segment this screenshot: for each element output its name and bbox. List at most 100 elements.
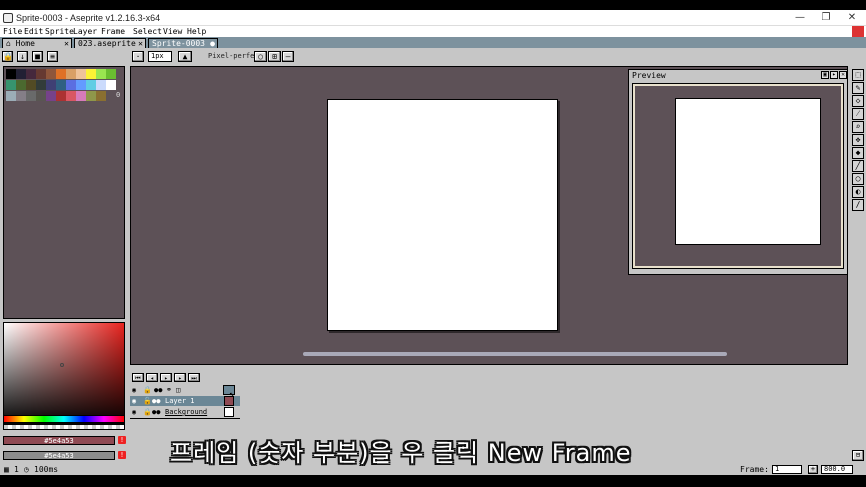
palette-swatch[interactable] — [6, 91, 16, 101]
continuous-icon[interactable]: ●● — [152, 407, 160, 417]
menu-help[interactable]: Help — [187, 26, 206, 37]
brush-size-field[interactable]: 1px — [148, 51, 172, 62]
zoom-icon[interactable]: + — [808, 465, 818, 474]
lock-icon[interactable]: 🔒 — [2, 51, 13, 62]
palette-swatch[interactable] — [56, 91, 66, 101]
palette-swatch[interactable] — [16, 69, 26, 79]
frame-input[interactable]: 1 — [772, 465, 802, 474]
tab-sprite-modified-icon[interactable]: ● — [210, 39, 215, 48]
last-frame-icon[interactable]: ⏭ — [188, 373, 200, 382]
palette-swatch[interactable] — [56, 80, 66, 90]
move-tool-icon[interactable]: ✥ — [852, 134, 864, 146]
cel-background-frame-1[interactable] — [224, 407, 234, 417]
eyedropper-tool-icon[interactable]: ⁄ — [852, 108, 864, 120]
palette-swatch[interactable] — [26, 91, 36, 101]
onion-skin-icon[interactable]: ◫ — [176, 385, 180, 395]
menu-frame[interactable]: Frame — [101, 26, 125, 37]
palette-swatch[interactable] — [46, 80, 56, 90]
menu-view[interactable]: View — [163, 26, 182, 37]
arrow-down-icon[interactable]: ↓ — [17, 51, 28, 62]
palette-swatch[interactable] — [96, 80, 106, 90]
brush-type-button[interactable]: · — [132, 51, 144, 62]
palette-swatch[interactable] — [76, 91, 86, 101]
contour-tool-icon[interactable]: ◐ — [852, 186, 864, 198]
blur-tool-icon[interactable]: ∕ — [852, 199, 864, 211]
maximize-button[interactable]: ❐ — [812, 11, 840, 25]
horizontal-scrollbar[interactable] — [303, 352, 727, 356]
pencil-tool-icon[interactable]: ✎ — [852, 82, 864, 94]
continuous-header-icon[interactable]: ●● — [154, 385, 162, 395]
menu-layer[interactable]: Layer — [73, 26, 97, 37]
palette-swatch[interactable] — [46, 91, 56, 101]
marquee-tool-icon[interactable]: ⬚ — [852, 69, 864, 81]
menu-file[interactable]: File — [3, 26, 22, 37]
menu-sprite[interactable]: Sprite — [45, 26, 74, 37]
pattern-icon[interactable]: ⊞ — [268, 51, 281, 62]
palette-swatch[interactable] — [46, 69, 56, 79]
menu-select[interactable]: Select — [133, 26, 162, 37]
background-warning-icon[interactable]: ! — [118, 451, 126, 459]
symmetry-icon[interactable]: ○ — [254, 51, 267, 62]
tab-home-close-icon[interactable]: ✕ — [64, 39, 69, 48]
first-frame-icon[interactable]: ⏮ — [132, 373, 144, 382]
link-header-icon[interactable]: ⚭ — [166, 385, 172, 395]
line-tool-icon[interactable]: ╱ — [852, 160, 864, 172]
tab-sprite-0003[interactable]: Sprite-0003 ● — [148, 38, 218, 48]
timeline-toggle-button[interactable]: ⊟ — [852, 450, 864, 461]
palette-swatch[interactable] — [26, 69, 36, 79]
palette-swatch[interactable] — [96, 69, 106, 79]
close-button[interactable]: ✕ — [838, 11, 866, 25]
tab-023-aseprite[interactable]: 023.aseprite ✕ — [74, 38, 146, 48]
palette-swatch[interactable] — [86, 91, 96, 101]
save-icon[interactable]: ■ — [32, 51, 43, 62]
lock-header-icon[interactable]: 🔒 — [143, 385, 152, 395]
eye-icon[interactable]: ◉ — [132, 396, 136, 406]
play-icon[interactable]: ▸ — [160, 373, 172, 382]
ink-icon[interactable]: ▲ — [178, 51, 192, 62]
foreground-color-bar[interactable]: #5e4a53 — [3, 436, 115, 445]
palette-swatch[interactable] — [86, 80, 96, 90]
palette-swatch[interactable] — [66, 91, 76, 101]
prev-frame-icon[interactable]: ◂ — [146, 373, 158, 382]
preview-close-icon[interactable]: ✕ — [839, 71, 847, 79]
lock-icon[interactable]: 🔒 — [143, 407, 152, 417]
palette-swatch[interactable] — [66, 80, 76, 90]
background-color-bar[interactable]: #5e4a53 — [3, 451, 115, 460]
eye-icon[interactable]: ◉ — [132, 407, 136, 417]
continuous-icon[interactable]: ●● — [152, 396, 160, 406]
tab-home[interactable]: ⌂ Home ✕ — [2, 38, 72, 48]
palette-swatch[interactable] — [26, 80, 36, 90]
next-frame-icon[interactable]: ▸ — [174, 373, 186, 382]
preview-pin-icon[interactable]: ▣ — [821, 71, 829, 79]
visibility-header-icon[interactable]: ◉ — [132, 385, 136, 395]
lock-icon[interactable]: 🔓 — [143, 396, 152, 406]
palette-swatch[interactable] — [36, 69, 46, 79]
fill-tool-icon[interactable]: ◆ — [852, 147, 864, 159]
sprite-canvas[interactable] — [327, 99, 558, 331]
ellipse-tool-icon[interactable]: ◯ — [852, 173, 864, 185]
palette-swatch[interactable] — [86, 69, 96, 79]
palette-swatch[interactable] — [16, 91, 26, 101]
palette-swatch[interactable] — [36, 80, 46, 90]
eraser-tool-icon[interactable]: ◇ — [852, 95, 864, 107]
palette-swatch[interactable] — [36, 91, 46, 101]
cel-layer-1-frame-1[interactable] — [224, 396, 234, 406]
palette-swatch[interactable] — [106, 80, 116, 90]
zoom-tool-icon[interactable]: ⌕ — [852, 121, 864, 133]
palette-swatch[interactable] — [66, 69, 76, 79]
palette-swatch[interactable] — [76, 80, 86, 90]
palette-swatch[interactable] — [56, 69, 66, 79]
preview-play-icon[interactable]: ▸ — [830, 71, 838, 79]
palette-swatch[interactable] — [6, 80, 16, 90]
palette-swatch[interactable] — [96, 91, 106, 101]
dash-icon[interactable]: – — [282, 51, 294, 62]
palette-swatch[interactable] — [106, 69, 116, 79]
zoom-input[interactable]: 800.0 — [821, 465, 853, 474]
palette-swatch[interactable] — [6, 69, 16, 79]
menu-edit[interactable]: Edit — [24, 26, 43, 37]
foreground-warning-icon[interactable]: ! — [118, 436, 126, 444]
palette-swatch[interactable] — [16, 80, 26, 90]
tab-023-close-icon[interactable]: ✕ — [138, 39, 143, 48]
minimize-button[interactable]: — — [786, 11, 814, 25]
alpha-slider[interactable] — [3, 424, 125, 430]
